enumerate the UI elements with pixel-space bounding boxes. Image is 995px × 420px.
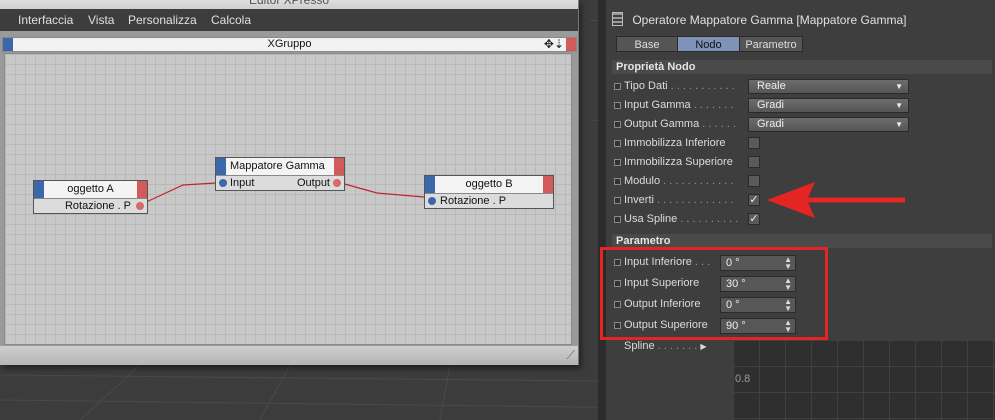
tab-nodo[interactable]: Nodo: [677, 36, 740, 52]
immobilizza-superiore-checkbox[interactable]: [748, 156, 760, 168]
tipo-dati-dropdown[interactable]: Reale ▼: [748, 79, 909, 94]
prop-label: Input Gamma: [624, 99, 691, 111]
prop-tipo-dati: Tipo Dati . . . . . . . . . . . Reale ▼: [614, 78, 984, 95]
label-dots: . . . . . .: [699, 118, 736, 130]
immobilizza-inferiore-checkbox[interactable]: [748, 137, 760, 149]
attribute-title-text: Operatore Mappatore Gamma [Mappatore Gam…: [632, 13, 907, 27]
xgroup-title: XGruppo: [267, 38, 312, 50]
label-dots: . . . . . . . . . . .: [667, 80, 735, 92]
keyframe-bullet[interactable]: [614, 121, 621, 128]
output-port-label: Rotazione . P: [64, 200, 131, 212]
output-port[interactable]: [333, 179, 341, 187]
tab-parametro[interactable]: Parametro: [739, 36, 803, 52]
xgroup-input-handle[interactable]: [3, 38, 13, 51]
chevron-down-icon: ▼: [895, 120, 903, 129]
input-port-label: Rotazione . P: [440, 195, 507, 207]
input-port-label: Input: [230, 177, 255, 189]
keyframe-bullet[interactable]: [614, 178, 621, 185]
panel-divider[interactable]: [598, 0, 606, 420]
menu-bar: Interfaccia Vista Personalizza Calcola: [0, 9, 578, 31]
prop-label: Inverti: [624, 194, 654, 206]
label-dots: . . . . . . .: [690, 99, 734, 111]
input-port[interactable]: [428, 197, 436, 205]
node-title: Mappatore Gamma: [230, 160, 325, 172]
tab-base[interactable]: Base: [616, 36, 678, 52]
dropdown-value: Gradi: [757, 99, 784, 111]
chevron-down-icon: ▼: [895, 101, 903, 110]
prop-label: Usa Spline: [624, 213, 678, 225]
label-dots: . . . . . . . . . . . .: [660, 175, 734, 187]
prop-label: Modulo: [624, 175, 661, 187]
keyframe-bullet[interactable]: [614, 140, 621, 147]
usa-spline-checkbox[interactable]: ✓: [748, 213, 760, 225]
prop-label: Immobilizza Superiore: [624, 156, 733, 168]
prop-label: Immobilizza Inferiore: [624, 137, 726, 149]
section-parametro[interactable]: Parametro: [612, 234, 992, 248]
xgroup-output-handle[interactable]: [566, 38, 576, 51]
prop-label: Output Gamma: [624, 118, 700, 130]
dropdown-value: Reale: [757, 80, 786, 92]
calculator-icon: [612, 12, 623, 26]
prop-immobilizza-superiore: Immobilizza Superiore: [614, 154, 984, 171]
resize-grip-icon[interactable]: ⟋: [567, 348, 575, 363]
keyframe-bullet[interactable]: [614, 102, 621, 109]
spline-graph[interactable]: [733, 340, 995, 420]
prop-label: Tipo Dati: [624, 80, 668, 92]
node-mappatore-gamma[interactable]: Mappatore Gamma Input Output: [215, 157, 345, 191]
spline-axis-value: 0.8: [735, 373, 751, 385]
node-oggetto-a[interactable]: oggetto A Rotazione . P: [33, 180, 148, 214]
prop-output-gamma: Output Gamma . . . . . . Gradi ▼: [614, 116, 984, 133]
input-gamma-dropdown[interactable]: Gradi ▼: [748, 98, 909, 113]
xgroup-header[interactable]: XGruppo ✥⇣: [2, 37, 577, 52]
checkmark-icon: ✓: [749, 213, 759, 225]
annotation-arrow-icon: [767, 182, 905, 218]
menu-interfaccia[interactable]: Interfaccia: [18, 13, 73, 27]
arrow-down-icon[interactable]: ⇣: [554, 37, 564, 51]
chevron-down-icon: ▼: [895, 82, 903, 91]
window-title: Editor XPresso: [0, 0, 578, 9]
label-dots: . . . . . . .: [654, 340, 698, 352]
node-oggetto-b[interactable]: oggetto B Rotazione . P: [424, 175, 554, 209]
keyframe-bullet[interactable]: [614, 197, 621, 204]
expand-arrow-icon[interactable]: ▶: [700, 342, 706, 351]
keyframe-bullet[interactable]: [614, 159, 621, 166]
checkmark-icon: ✓: [749, 194, 759, 206]
status-bar: ⟋: [0, 345, 578, 365]
node-grid[interactable]: oggetto A Rotazione . P Mappatore Gamma …: [4, 53, 572, 345]
prop-input-gamma: Input Gamma . . . . . . . Gradi ▼: [614, 97, 984, 114]
move-icon[interactable]: ✥: [544, 37, 554, 51]
node-title: oggetto B: [465, 178, 513, 190]
label-dots: . . . . . . . . . .: [677, 213, 739, 225]
menu-vista[interactable]: Vista: [88, 13, 114, 27]
inverti-checkbox[interactable]: ✓: [748, 194, 760, 206]
prop-immobilizza-inferiore: Immobilizza Inferiore: [614, 135, 984, 152]
section-node-properties[interactable]: Proprietà Nodo: [612, 60, 992, 74]
xpresso-editor-window: Editor XPresso Interfaccia Vista Persona…: [0, 0, 579, 365]
menu-personalizza[interactable]: Personalizza: [128, 13, 197, 27]
xpresso-canvas[interactable]: XGruppo ✥⇣ oggetto A Rotazione . P Mappa…: [0, 31, 578, 363]
keyframe-bullet[interactable]: [614, 216, 621, 223]
attribute-title: Operatore Mappatore Gamma [Mappatore Gam…: [612, 12, 982, 30]
keyframe-bullet[interactable]: [614, 83, 621, 90]
output-port-label: Output: [296, 177, 330, 189]
annotation-highlight-box: [600, 247, 828, 340]
label-dots: . . . . . . . . . . . . .: [653, 194, 734, 206]
node-title: oggetto A: [67, 183, 114, 195]
modulo-checkbox[interactable]: [748, 175, 760, 187]
dropdown-value: Gradi: [757, 118, 784, 130]
input-port[interactable]: [219, 179, 227, 187]
output-gamma-dropdown[interactable]: Gradi ▼: [748, 117, 909, 132]
menu-calcola[interactable]: Calcola: [211, 13, 251, 27]
spline-label: Spline: [624, 340, 655, 352]
output-port[interactable]: [136, 202, 144, 210]
